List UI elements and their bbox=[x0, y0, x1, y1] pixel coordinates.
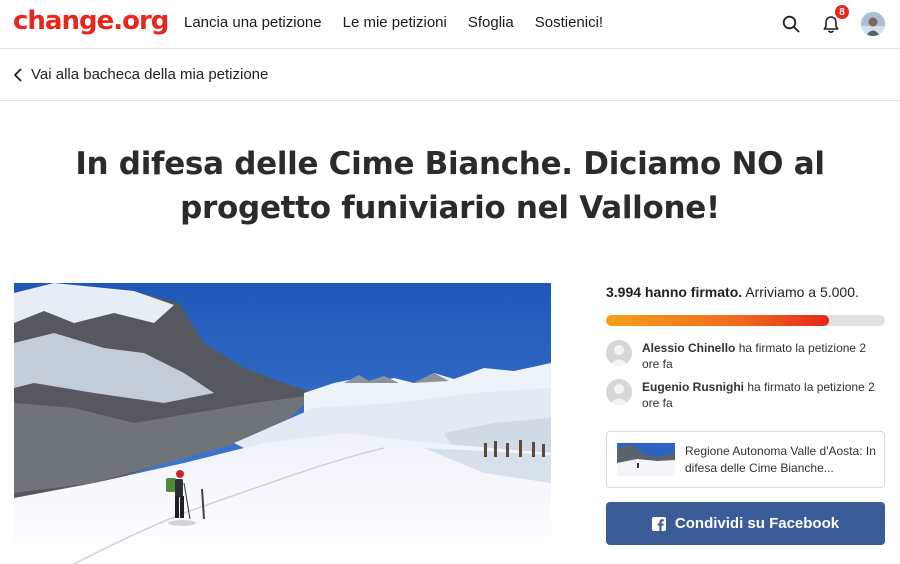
facebook-icon bbox=[651, 516, 666, 531]
share-facebook-button[interactable]: Condividi su Facebook bbox=[606, 502, 885, 545]
goal-text: Arriviamo a 5.000. bbox=[742, 284, 859, 300]
back-to-dashboard-link[interactable]: Vai alla bacheca della mia petizione bbox=[13, 66, 268, 83]
petition-sidebar: 3.994 hanno firmato. Arriviamo a 5.000. … bbox=[606, 284, 885, 545]
nav-support-us[interactable]: Sostienici! bbox=[535, 14, 603, 31]
card-thumbnail bbox=[617, 443, 675, 476]
main-nav: Lancia una petizione Le mie petizioni Sf… bbox=[184, 14, 603, 31]
signature-progress-bar bbox=[606, 315, 885, 326]
progress-fill bbox=[606, 315, 830, 326]
nav-start-petition[interactable]: Lancia una petizione bbox=[184, 14, 322, 31]
change-org-logo[interactable]: change.org bbox=[13, 6, 169, 36]
share-button-label: Condividi su Facebook bbox=[674, 515, 840, 532]
signature-count: 3.994 hanno firmato. Arriviamo a 5.000. bbox=[606, 284, 885, 300]
search-button[interactable] bbox=[778, 11, 804, 37]
back-bar: Vai alla bacheca della mia petizione bbox=[0, 50, 900, 101]
notifications-button[interactable]: 8 bbox=[818, 5, 849, 37]
recent-signer: Eugenio Rusnighi ha firmato la petizione… bbox=[606, 379, 885, 411]
signer-avatar bbox=[606, 340, 632, 366]
decision-maker-card[interactable]: Regione Autonoma Valle d'Aosta: In difes… bbox=[606, 431, 885, 488]
back-link-label: Vai alla bacheca della mia petizione bbox=[31, 66, 269, 83]
chevron-left-icon bbox=[14, 68, 22, 81]
petition-title: In difesa delle Cime Bianche. Diciamo NO… bbox=[75, 146, 825, 226]
signer-avatar bbox=[606, 379, 632, 405]
petition-image bbox=[14, 283, 551, 564]
notification-badge: 8 bbox=[835, 5, 849, 19]
signed-count: 3.994 hanno firmato. bbox=[606, 284, 743, 300]
search-icon bbox=[782, 15, 800, 33]
top-navbar: change.org Lancia una petizione Le mie p… bbox=[0, 0, 900, 49]
recent-signer: Alessio Chinello ha firmato la petizione… bbox=[606, 340, 885, 372]
user-avatar[interactable] bbox=[861, 12, 885, 36]
signer-name: Eugenio Rusnighi bbox=[642, 380, 744, 394]
signer-name: Alessio Chinello bbox=[642, 341, 736, 355]
nav-browse[interactable]: Sfoglia bbox=[468, 14, 514, 31]
nav-my-petitions[interactable]: Le mie petizioni bbox=[343, 14, 447, 31]
card-text: Regione Autonoma Valle d'Aosta: In difes… bbox=[685, 443, 876, 475]
